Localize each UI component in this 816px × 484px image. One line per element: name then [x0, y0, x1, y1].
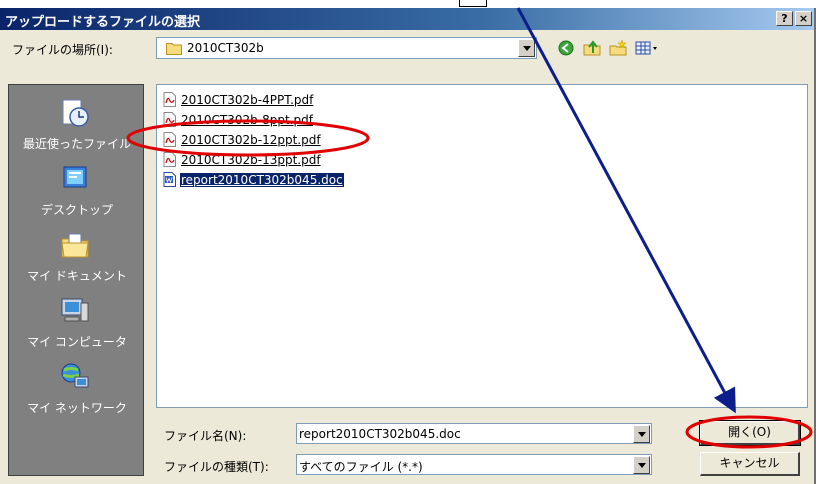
place-label: マイ コンピュータ: [27, 335, 127, 349]
file-type-label: ファイルの種類(T):: [164, 460, 269, 474]
places-bar: 最近使ったファイル デスクトップ マイ ドキュメント マイ コンピュータ マイ …: [8, 84, 144, 476]
file-type-select[interactable]: すべてのファイル (*.*): [296, 454, 652, 475]
desktop-icon: [63, 166, 87, 188]
pdf-file-icon: [163, 112, 176, 127]
file-open-dialog: アップロードするファイルの選択 ? × ファイルの場所(I): 2010CT30…: [0, 8, 816, 484]
file-item[interactable]: 2010CT302b-13ppt.pdf: [163, 151, 322, 168]
window-title: アップロードするファイルの選択: [5, 15, 201, 30]
annotation-box: [459, 0, 487, 7]
file-name-label: ファイル名(N):: [164, 429, 247, 443]
my-documents-icon: [61, 233, 89, 258]
file-item[interactable]: 2010CT302b-8ppt.pdf: [163, 111, 314, 128]
page-background-strip: [0, 0, 816, 8]
file-name-value: report2010CT302b045.doc: [299, 427, 461, 441]
file-name-dropdown-arrow[interactable]: [633, 425, 650, 443]
look-in-dropdown[interactable]: 2010CT302b: [156, 37, 537, 59]
file-name: 2010CT302b-13ppt.pdf: [181, 152, 321, 167]
open-button[interactable]: 開く(O): [699, 420, 801, 446]
place-label: 最近使ったファイル: [22, 137, 131, 151]
file-name: 2010CT302b-12ppt.pdf: [181, 132, 321, 147]
pdf-file-icon: [163, 152, 176, 167]
close-button[interactable]: ×: [795, 11, 812, 26]
word-doc-icon: [163, 172, 176, 187]
view-menu-icon[interactable]: [634, 39, 660, 57]
my-network-icon: [61, 363, 89, 388]
back-icon[interactable]: [556, 39, 576, 57]
my-computer-icon: [61, 298, 89, 322]
file-name-input[interactable]: report2010CT302b045.doc: [296, 423, 652, 444]
pdf-file-icon: [163, 92, 176, 107]
file-name: 2010CT302b-8ppt.pdf: [181, 112, 313, 127]
place-my-network[interactable]: マイ ネットワーク: [9, 359, 145, 423]
look-in-value: 2010CT302b: [187, 41, 264, 55]
folder-icon: [166, 43, 182, 55]
title-bar: アップロードするファイルの選択 ? ×: [0, 8, 814, 30]
file-name: 2010CT302b-4PPT.pdf: [181, 92, 314, 107]
help-button[interactable]: ?: [776, 11, 793, 26]
file-type-value: すべてのファイル (*.*): [299, 460, 423, 474]
file-list[interactable]: 2010CT302b-4PPT.pdf 2010CT302b-8ppt.pdf …: [156, 84, 808, 408]
file-name: report2010CT302b045.doc: [179, 171, 345, 188]
look-in-label: ファイルの場所(I):: [12, 43, 113, 57]
place-label: マイ ネットワーク: [27, 401, 127, 415]
place-label: デスクトップ: [40, 203, 113, 217]
up-folder-icon[interactable]: [582, 39, 602, 57]
look-in-dropdown-arrow[interactable]: [518, 39, 535, 57]
file-item[interactable]: 2010CT302b-12ppt.pdf: [163, 131, 322, 148]
place-recent[interactable]: 最近使ったファイル: [9, 95, 145, 159]
file-type-dropdown-arrow[interactable]: [633, 456, 650, 474]
place-label: マイ ドキュメント: [27, 269, 127, 283]
cancel-button[interactable]: キャンセル: [700, 452, 800, 476]
pdf-file-icon: [163, 132, 176, 147]
file-item-selected[interactable]: report2010CT302b045.doc: [163, 171, 345, 188]
place-my-computer[interactable]: マイ コンピュータ: [9, 293, 145, 357]
place-desktop[interactable]: デスクトップ: [9, 161, 145, 225]
new-folder-icon[interactable]: [608, 39, 628, 57]
place-my-documents[interactable]: マイ ドキュメント: [9, 227, 145, 291]
recent-files-icon: [62, 99, 89, 127]
file-item[interactable]: 2010CT302b-4PPT.pdf: [163, 91, 314, 108]
